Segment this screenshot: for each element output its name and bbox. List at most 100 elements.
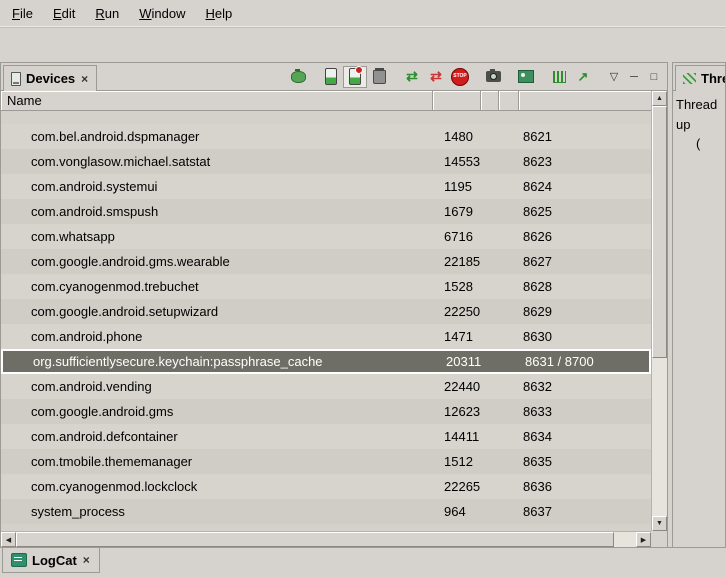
process-name: com.cyanogenmod.lockclock (1, 479, 433, 494)
process-name: com.android.systemui (1, 179, 433, 194)
process-port: 8629 (519, 304, 651, 319)
column-header-name[interactable]: Name (1, 91, 433, 110)
process-port: 8631 / 8700 (521, 354, 649, 369)
menu-file[interactable]: File (2, 2, 43, 25)
toolbar-separator (310, 66, 319, 88)
tab-logcat[interactable]: LogCat × (2, 548, 100, 573)
column-header-status1[interactable] (481, 91, 499, 110)
close-icon[interactable]: × (80, 72, 89, 86)
process-name: com.bel.android.dspmanager (1, 129, 433, 144)
capture-trace-icon-button[interactable] (547, 66, 571, 88)
column-header-status2[interactable] (499, 91, 519, 110)
column-header-pid[interactable] (433, 91, 481, 110)
tab-threads[interactable]: Threads (675, 65, 726, 91)
minimize-button[interactable]: ─ (624, 67, 644, 87)
table-row[interactable]: com.android.phone 1471 8630 (1, 324, 651, 349)
table-row[interactable]: com.google.android.gms 12623 8633 (1, 399, 651, 424)
table-row[interactable]: com.whatsapp 6716 8626 (1, 224, 651, 249)
scroll-up-button[interactable]: ▲ (652, 91, 667, 106)
table-row[interactable]: com.cyanogenmod.lockclock 22265 8636 (1, 474, 651, 499)
device-icon (11, 72, 21, 86)
process-pid: 14553 (433, 154, 481, 169)
update-threads-icon (406, 68, 418, 85)
column-header-port[interactable] (519, 91, 651, 110)
scroll-right-button[interactable]: ▶ (636, 532, 651, 547)
process-name: com.tmobile.thememanager (1, 454, 433, 469)
toolbar-separator (538, 66, 547, 88)
process-port: 8624 (519, 179, 651, 194)
process-name: com.vonglasow.michael.satstat (1, 154, 433, 169)
process-name: com.google.android.gms (1, 404, 433, 419)
vertical-scrollbar-thumb[interactable] (652, 106, 667, 358)
update-threads-icon-button[interactable] (400, 66, 424, 88)
table-row[interactable]: com.google.android.gms.wearable 22185 86… (1, 249, 651, 274)
cause-gc-icon (373, 70, 386, 84)
scroll-down-button[interactable]: ▼ (652, 516, 667, 531)
menu-bar: File Edit Run Window Help (0, 0, 726, 27)
view-menu-button[interactable]: ▽ (604, 67, 624, 87)
sampling-profiler-icon-button[interactable] (571, 66, 595, 88)
tab-devices[interactable]: Devices × (3, 65, 97, 91)
update-heap-icon (325, 68, 337, 85)
tab-threads-label: Threads (701, 71, 726, 86)
update-heap-icon-button[interactable] (319, 66, 343, 88)
method-profiling-icon-button[interactable] (424, 66, 448, 88)
vertical-scrollbar-track[interactable] (652, 358, 667, 516)
table-row[interactable]: com.google.android.setupwizard 22250 862… (1, 299, 651, 324)
process-pid: 1195 (433, 179, 481, 194)
threads-icon (683, 73, 696, 84)
dump-hprof-icon-button[interactable] (343, 66, 367, 88)
scrollbar-corner (651, 531, 667, 547)
method-profiling-icon (430, 68, 442, 85)
screen-capture-icon (486, 71, 501, 82)
debug-process-icon-button[interactable] (286, 66, 310, 88)
cause-gc-icon-button[interactable] (367, 66, 391, 88)
process-port: 8626 (519, 229, 651, 244)
process-pid: 1471 (433, 329, 481, 344)
process-name: com.google.android.setupwizard (1, 304, 433, 319)
scroll-left-button[interactable]: ◀ (1, 532, 16, 547)
menu-edit[interactable]: Edit (43, 2, 85, 25)
toolbar-separator (595, 66, 604, 88)
horizontal-scrollbar[interactable]: ◀ ▶ (1, 531, 651, 547)
table-row[interactable]: com.android.vending 22440 8632 (1, 374, 651, 399)
process-name: com.android.vending (1, 379, 433, 394)
screen-record-icon-button[interactable] (514, 66, 538, 88)
table-row[interactable]: com.cyanogenmod.trebuchet 1528 8628 (1, 274, 651, 299)
screen-record-icon (518, 70, 534, 83)
tab-devices-label: Devices (26, 71, 75, 86)
horizontal-scrollbar-thumb[interactable] (16, 532, 614, 547)
main-toolbar (0, 27, 726, 63)
process-pid: 22440 (433, 379, 481, 394)
maximize-button[interactable]: □ (644, 67, 664, 87)
process-list: com.bel.android.dspmanager 1480 8621 com… (1, 111, 651, 531)
table-row[interactable]: com.android.defcontainer 14411 8634 (1, 424, 651, 449)
sampling-profiler-icon (578, 69, 589, 85)
process-port: 8637 (519, 504, 651, 519)
main-area: Devices × STOP ▽ ─ □ Name c (0, 62, 726, 548)
stop-process-icon-button[interactable]: STOP (448, 66, 472, 88)
table-row[interactable]: com.vonglasow.michael.satstat 14553 8623 (1, 149, 651, 174)
process-port: 8621 (519, 129, 651, 144)
table-row[interactable]: system_process 964 8637 (1, 499, 651, 524)
menu-help[interactable]: Help (195, 2, 242, 25)
process-name: com.android.smspush (1, 204, 433, 219)
threads-tabstrip: Threads (673, 63, 725, 91)
threads-content: Thread up ( (673, 91, 725, 158)
menu-run[interactable]: Run (85, 2, 129, 25)
close-icon[interactable]: × (82, 553, 91, 567)
toolbar-separator (505, 66, 514, 88)
horizontal-scrollbar-track[interactable] (614, 532, 636, 547)
table-row[interactable]: com.tmobile.thememanager 1512 8635 (1, 449, 651, 474)
devices-tabstrip: Devices × STOP ▽ ─ □ (1, 63, 667, 91)
table-row[interactable]: org.sufficientlysecure.keychain:passphra… (1, 349, 651, 374)
menu-window[interactable]: Window (129, 2, 195, 25)
vertical-scrollbar[interactable]: ▲ ▼ (651, 91, 667, 531)
table-row[interactable]: com.android.smspush 1679 8625 (1, 199, 651, 224)
stop-process-icon: STOP (451, 68, 469, 86)
screen-capture-icon-button[interactable] (481, 66, 505, 88)
process-pid: 20311 (435, 354, 483, 369)
table-row[interactable]: com.android.systemui 1195 8624 (1, 174, 651, 199)
toolbar-separator (472, 66, 481, 88)
table-row[interactable]: com.bel.android.dspmanager 1480 8621 (1, 124, 651, 149)
